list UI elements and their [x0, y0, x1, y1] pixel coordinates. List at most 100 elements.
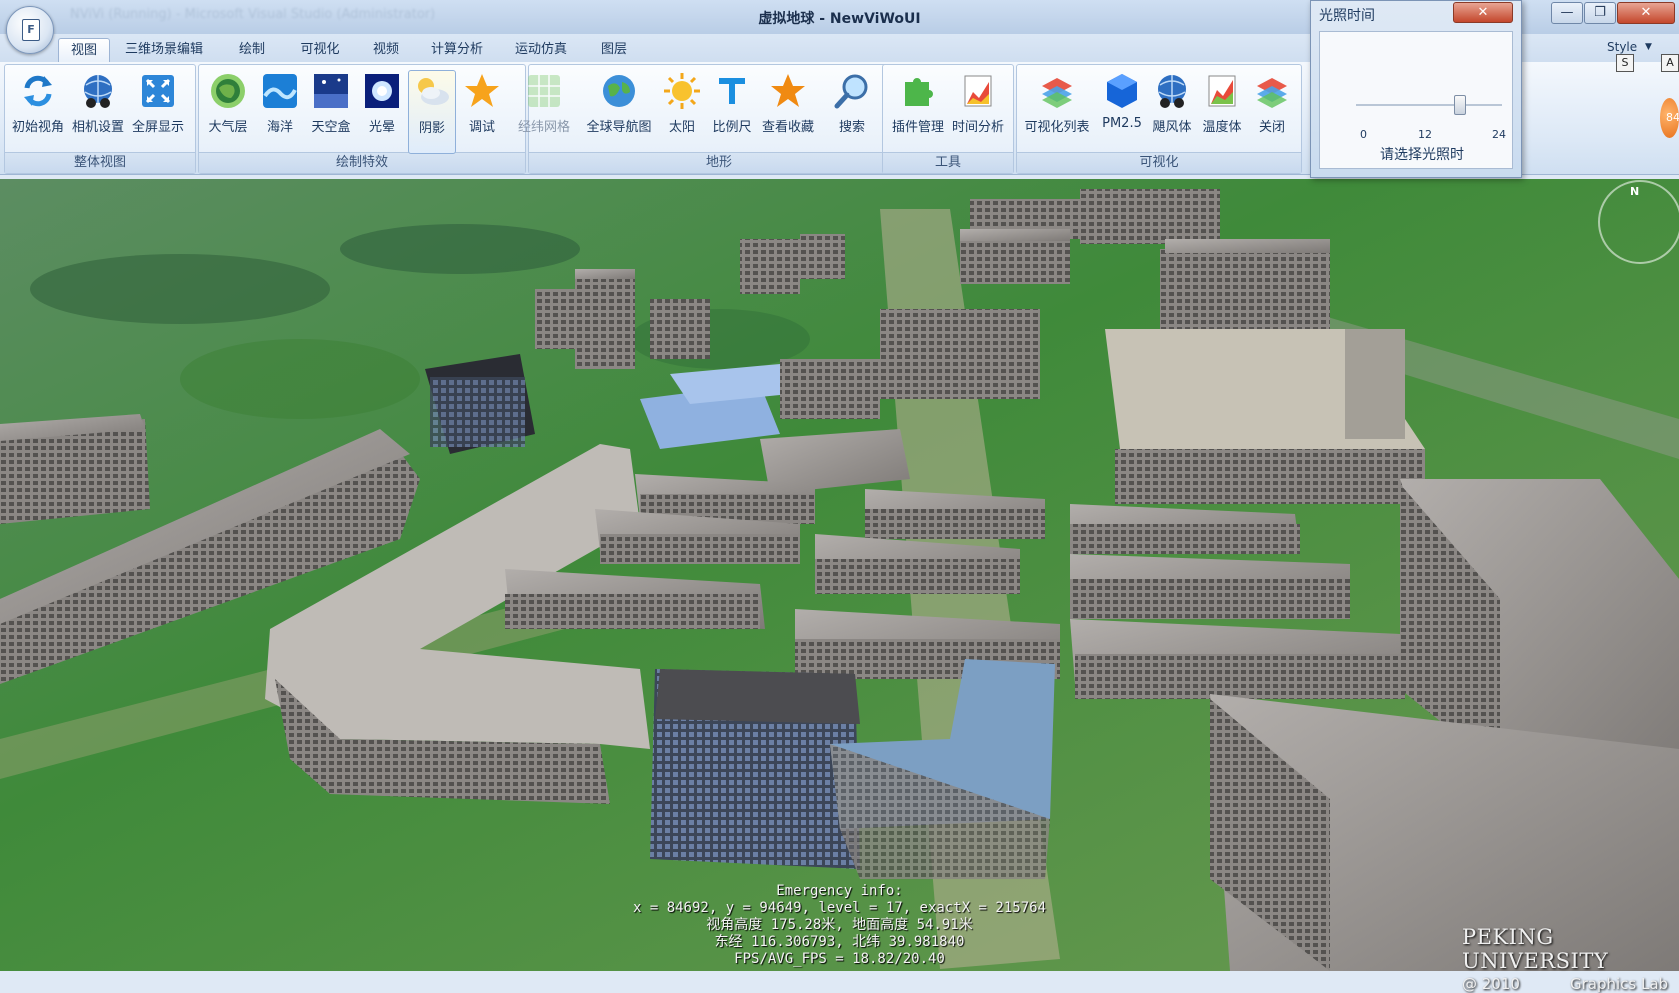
tab-layers[interactable]: 图层 — [594, 38, 634, 62]
plugin-manager-button[interactable]: 插件管理 — [890, 70, 946, 152]
button-label: 全屏显示 — [131, 120, 184, 135]
tab-view[interactable]: 视图 — [58, 38, 110, 63]
group-label: 整体视图 — [5, 152, 195, 173]
shadow-button[interactable]: 阴影 — [408, 70, 456, 154]
cube-icon — [1107, 74, 1137, 108]
3d-scene-viewport[interactable] — [0, 179, 1679, 971]
side-badge[interactable]: S — [1616, 54, 1634, 72]
global-nav-map-button[interactable]: 全球导航图 — [586, 70, 652, 152]
compass-north-label: N — [1630, 185, 1640, 198]
scale-bar-button[interactable]: 比例尺 — [708, 70, 756, 152]
search-button[interactable]: 搜索 — [828, 70, 876, 152]
debug-button[interactable]: 调试 — [458, 70, 506, 152]
document-icon: F — [22, 19, 40, 41]
temperature-volume-button[interactable]: 温度体 — [1198, 70, 1246, 152]
initial-view-button[interactable]: 初始视角 — [10, 70, 66, 152]
halo-button[interactable]: 光晕 — [358, 70, 406, 152]
style-menu[interactable]: Style — [1607, 40, 1637, 54]
button-label: 查看收藏 — [761, 120, 814, 135]
fullscreen-button[interactable]: 全屏显示 — [130, 70, 186, 152]
search-icon — [834, 74, 868, 109]
group-label: 可视化 — [1017, 152, 1301, 173]
time-chart-icon — [964, 75, 992, 107]
info-line: 东经 116.306793, 北纬 39.981840 — [714, 934, 965, 950]
button-label: 插件管理 — [891, 120, 944, 135]
light-time-dialog: 光照时间 ✕ 0 12 24 请选择光照时 — [1310, 0, 1522, 178]
temperature-chart-icon — [1208, 75, 1236, 107]
watermark-year: @ 2010 — [1462, 975, 1520, 993]
camera-globe-icon — [84, 75, 112, 108]
close-layers-icon — [1257, 78, 1287, 108]
tab-scene-edit[interactable]: 三维场景编辑 — [116, 38, 212, 62]
ocean-icon — [263, 74, 297, 108]
info-line: FPS/AVG_FPS = 18.82/20.40 — [734, 951, 945, 967]
favorite-star-icon — [771, 74, 805, 107]
button-label: 关闭 — [1258, 120, 1285, 135]
skybox-button[interactable]: 天空盒 — [306, 70, 356, 152]
skybox-icon — [314, 74, 348, 108]
ruler-icon — [719, 78, 745, 104]
button-label: 初始视角 — [11, 120, 64, 135]
side-badge[interactable]: A — [1661, 54, 1679, 72]
slider-min-label: 0 — [1360, 128, 1367, 141]
button-label: 经纬网格 — [517, 120, 570, 135]
group-label: 绘制特效 — [199, 152, 525, 173]
star-icon — [465, 74, 499, 107]
view-favorites-button[interactable]: 查看收藏 — [760, 70, 816, 152]
close-visualization-button[interactable]: 关闭 — [1248, 70, 1296, 152]
info-line: x = 84692, y = 94649, level = 17, exactX… — [632, 900, 1046, 916]
tab-motion-sim[interactable]: 运动仿真 — [508, 38, 574, 62]
dialog-caption: 请选择光照时 — [1380, 147, 1464, 163]
shadow-icon — [418, 78, 449, 105]
tab-analysis[interactable]: 计算分析 — [424, 38, 490, 62]
info-line: Emergency info: — [776, 883, 903, 899]
slider-max-label: 24 — [1492, 128, 1506, 141]
watermark-lab: Graphics Lab — [1570, 975, 1669, 993]
globe-icon — [603, 75, 635, 107]
tab-draw[interactable]: 绘制 — [232, 38, 272, 62]
button-label: 调试 — [468, 120, 495, 135]
close-window-button[interactable]: ✕ — [1617, 2, 1675, 24]
typhoon-globe-icon — [1158, 75, 1186, 108]
button-label: 全球导航图 — [586, 120, 652, 135]
sun-button[interactable]: 太阳 — [658, 70, 706, 152]
hurricane-volume-button[interactable]: 飓风体 — [1148, 70, 1196, 152]
camera-settings-button[interactable]: 相机设置 — [70, 70, 126, 152]
button-label: 相机设置 — [71, 120, 124, 135]
light-time-slider[interactable] — [1356, 104, 1502, 106]
latlon-grid-button[interactable]: 经纬网格 — [516, 70, 572, 152]
layers-icon — [1042, 78, 1072, 108]
chevron-down-icon[interactable]: ▼ — [1645, 42, 1652, 52]
visualization-list-button[interactable]: 可视化列表 — [1022, 70, 1092, 152]
puzzle-icon — [905, 78, 933, 106]
city-scene-image — [0, 179, 1679, 971]
tab-video[interactable]: 视频 — [366, 38, 406, 62]
atmosphere-button[interactable]: 大气层 — [204, 70, 252, 152]
slider-mid-label: 12 — [1418, 128, 1432, 141]
sun-icon — [664, 73, 700, 109]
debug-info-overlay: Emergency info: x = 84692, y = 94649, le… — [0, 883, 1679, 968]
grid-map-icon — [528, 75, 560, 107]
dialog-close-button[interactable]: ✕ — [1453, 2, 1513, 23]
group-label: 地形 — [529, 152, 909, 173]
group-label: 工具 — [883, 152, 1013, 173]
pm25-button[interactable]: PM2.5 — [1098, 70, 1146, 152]
maximize-button[interactable]: ❐ — [1584, 2, 1616, 24]
time-analysis-button[interactable]: 时间分析 — [950, 70, 1006, 152]
dialog-body: 0 12 24 请选择光照时 — [1319, 31, 1513, 169]
fullscreen-icon — [142, 75, 174, 107]
button-label: 时间分析 — [951, 120, 1004, 135]
notification-badge[interactable]: 84 — [1660, 98, 1679, 138]
halo-icon — [365, 74, 399, 108]
refresh-icon — [24, 75, 52, 107]
button-label: 搜索 — [838, 120, 865, 135]
watermark: PEKING UNIVERSITY @ 2010 Graphics Lab — [1462, 925, 1679, 993]
minimize-button[interactable]: — — [1551, 2, 1583, 24]
slider-thumb[interactable] — [1454, 95, 1467, 115]
tab-visualization[interactable]: 可视化 — [292, 38, 348, 62]
application-menu-button[interactable]: F — [6, 6, 54, 54]
dialog-title: 光照时间 — [1319, 8, 1375, 24]
info-line: 视角高度 175.28米, 地面高度 54.91米 — [706, 917, 973, 933]
ocean-button[interactable]: 海洋 — [256, 70, 304, 152]
button-label: 比例尺 — [712, 120, 752, 135]
